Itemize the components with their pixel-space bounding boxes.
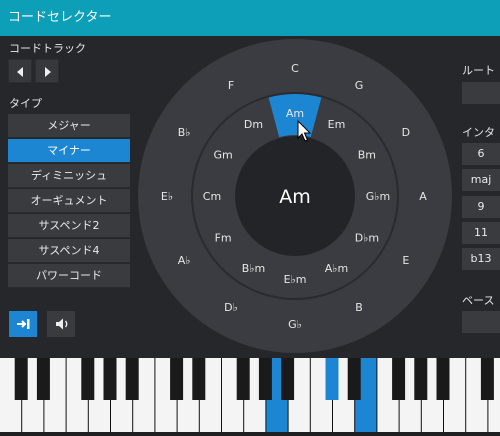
outer-key-label[interactable]: D [402,126,410,139]
black-key[interactable] [325,358,339,400]
black-key[interactable] [436,358,450,400]
current-chord-label: Am [279,186,311,208]
black-key[interactable] [36,358,50,400]
inner-chord-label[interactable]: Bm [358,149,376,162]
black-key[interactable] [258,358,272,400]
black-key[interactable] [192,358,206,400]
black-key[interactable] [480,358,494,400]
inner-chord-label[interactable]: G♭m [366,190,390,203]
black-key[interactable] [14,358,28,400]
inner-chord-label[interactable]: Em [328,118,346,131]
black-key[interactable] [103,358,117,400]
inner-chord-label[interactable]: B♭m [242,262,265,275]
outer-key-label[interactable]: C [291,62,299,75]
inner-chord-label[interactable]: Fm [215,232,232,245]
outer-key-label[interactable]: D♭ [224,301,238,314]
outer-key-label[interactable]: A♭ [178,254,191,267]
outer-key-label[interactable]: B [355,301,363,314]
outer-key-label[interactable]: E♭ [161,190,173,203]
black-key[interactable] [347,358,361,400]
outer-key-label[interactable]: A [419,190,427,203]
black-key[interactable] [414,358,428,400]
black-key[interactable] [170,358,184,400]
inner-chord-label[interactable]: Dm [244,118,263,131]
inner-chord-label[interactable]: E♭m [284,273,307,286]
outer-key-label[interactable]: E [402,254,409,267]
inner-chord-label[interactable]: Gm [213,149,232,162]
black-key[interactable] [392,358,406,400]
inner-chord-label[interactable]: A♭m [325,262,348,275]
inner-chord-label[interactable]: D♭m [355,232,379,245]
black-key[interactable] [125,358,139,400]
black-key[interactable] [281,358,295,400]
black-key[interactable] [81,358,95,400]
inner-chord-label[interactable]: Am [286,107,304,120]
outer-key-label[interactable]: G [355,79,364,92]
outer-key-label[interactable]: F [228,79,234,92]
piano-keyboard[interactable] [0,358,500,432]
black-key[interactable] [236,358,250,400]
outer-key-label[interactable]: B♭ [178,126,191,139]
inner-chord-label[interactable]: Cm [203,190,221,203]
outer-key-label[interactable]: G♭ [288,318,302,331]
